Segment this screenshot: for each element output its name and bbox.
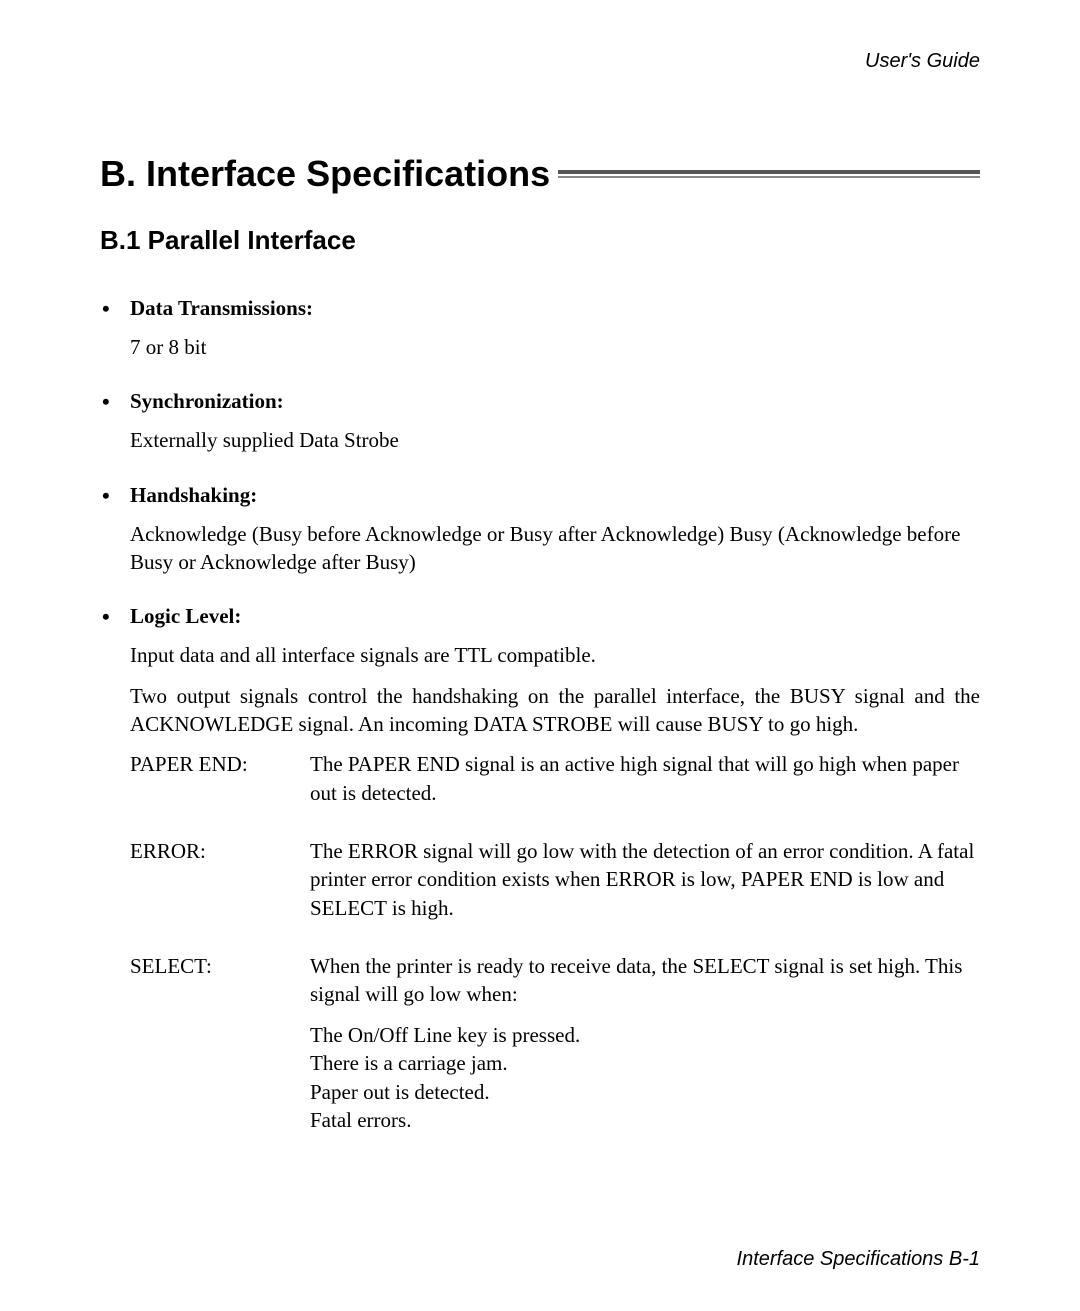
spec-item-head: Synchronization: xyxy=(130,389,980,414)
body-text: Input data and all interface signals are… xyxy=(130,641,980,669)
spec-item-head: Handshaking: xyxy=(130,483,980,508)
spec-item: Data Transmissions: 7 or 8 bit xyxy=(130,296,980,361)
spec-item-body: 7 or 8 bit xyxy=(130,333,980,361)
signal-row: PAPER END: The PAPER END signal is an ac… xyxy=(130,750,980,819)
body-text: Externally supplied Data Strobe xyxy=(130,426,980,454)
spec-item-head: Data Transmissions: xyxy=(130,296,980,321)
signal-desc: The PAPER END signal is an active high s… xyxy=(310,750,980,819)
spec-list: Data Transmissions: 7 or 8 bit Synchroni… xyxy=(100,296,980,1146)
title-row: B. Interface Specifications xyxy=(100,153,980,195)
body-text: Acknowledge (Busy before Acknowledge or … xyxy=(130,520,980,577)
signal-desc-text: The On/Off Line key is pressed. There is… xyxy=(310,1021,980,1134)
signal-table: PAPER END: The PAPER END signal is an ac… xyxy=(130,750,980,1146)
signal-desc-text: When the printer is ready to receive dat… xyxy=(310,952,980,1009)
spec-item: Logic Level: Input data and all interfac… xyxy=(130,604,980,1146)
signal-name: SELECT: xyxy=(130,952,310,1146)
signal-desc: The ERROR signal will go low with the de… xyxy=(310,837,980,934)
spec-item-body: Acknowledge (Busy before Acknowledge or … xyxy=(130,520,980,577)
body-text: 7 or 8 bit xyxy=(130,333,980,361)
signal-row: ERROR: The ERROR signal will go low with… xyxy=(130,837,980,934)
body-text: Two output signals control the handshaki… xyxy=(130,682,980,739)
spec-item: Handshaking: Acknowledge (Busy before Ac… xyxy=(130,483,980,577)
signal-row: SELECT: When the printer is ready to rec… xyxy=(130,952,980,1146)
section-subheading: B.1 Parallel Interface xyxy=(100,225,980,256)
spec-item-head: Logic Level: xyxy=(130,604,980,629)
spec-item: Synchronization: Externally supplied Dat… xyxy=(130,389,980,454)
signal-desc: When the printer is ready to receive dat… xyxy=(310,952,980,1146)
page-footer: Interface Specifications B-1 xyxy=(737,1248,980,1271)
signal-name: PAPER END: xyxy=(130,750,310,819)
signal-name: ERROR: xyxy=(130,837,310,934)
spec-item-body: Input data and all interface signals are… xyxy=(130,641,980,1146)
signal-desc-text: The ERROR signal will go low with the de… xyxy=(310,837,980,922)
title-rule xyxy=(558,170,980,178)
spec-item-body: Externally supplied Data Strobe xyxy=(130,426,980,454)
page-title: B. Interface Specifications xyxy=(100,153,550,195)
signal-desc-text: The PAPER END signal is an active high s… xyxy=(310,750,980,807)
header-label: User's Guide xyxy=(100,50,980,73)
